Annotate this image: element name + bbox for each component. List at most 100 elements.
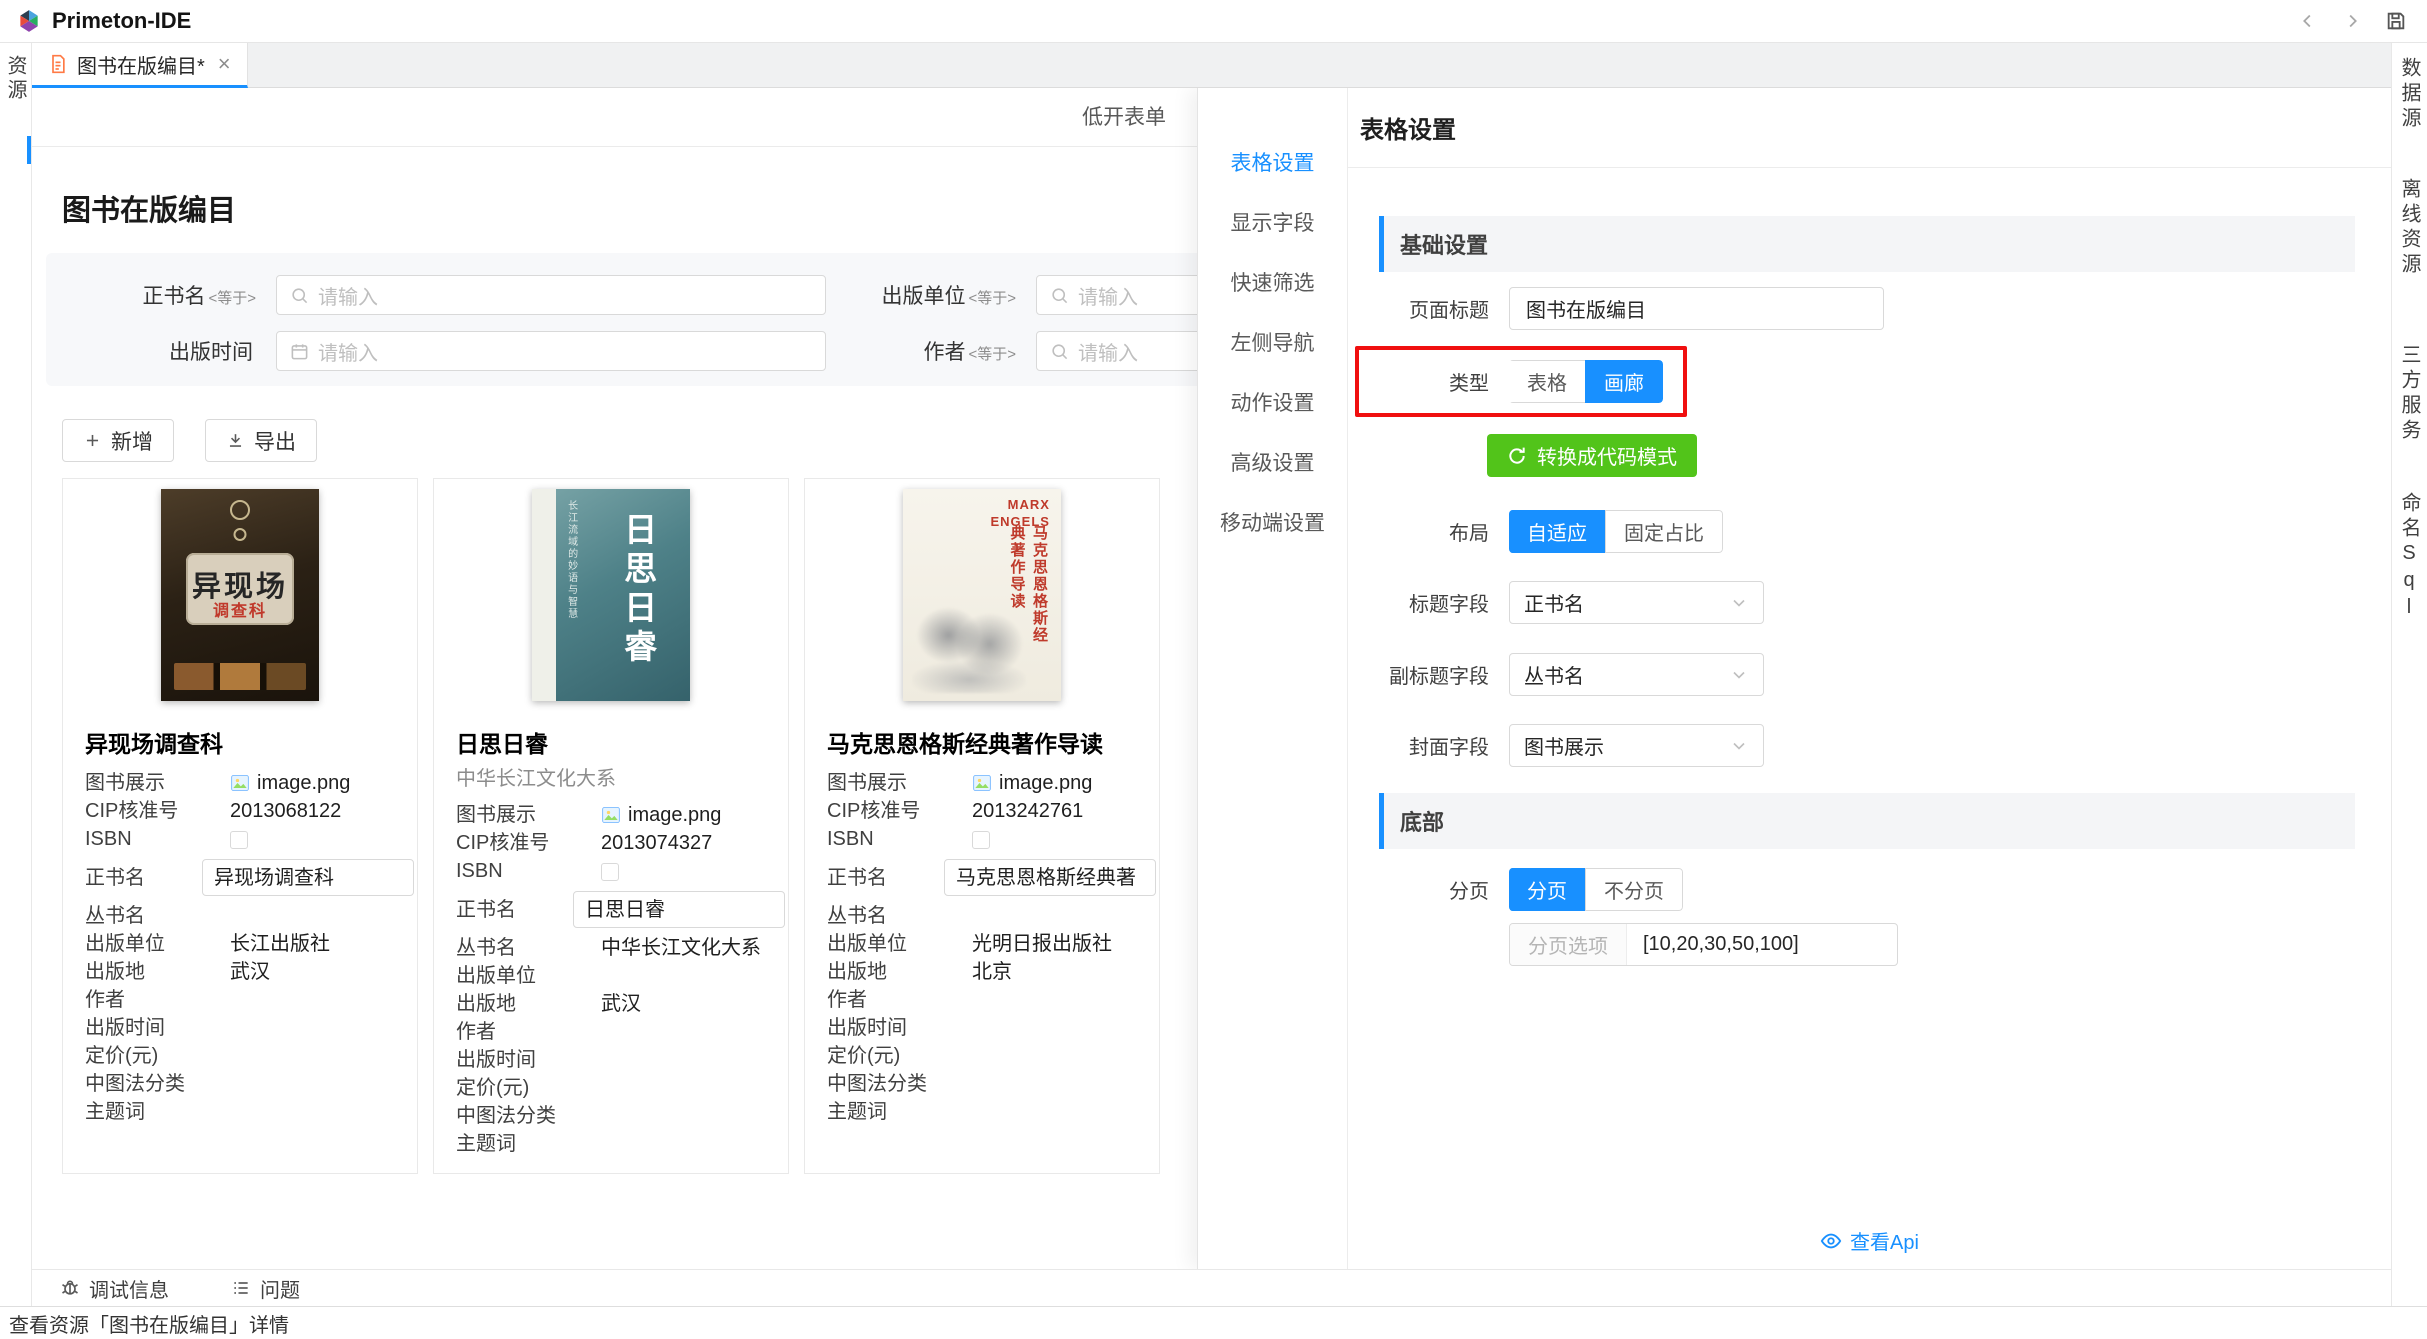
card-field-row: 出版时间	[456, 1046, 774, 1074]
card-field-row: 出版单位 光明日报出版社 光明日报出版社	[827, 930, 1145, 958]
paging-options-input[interactable]: [10,20,30,50,100]	[1627, 924, 1897, 965]
right-rail: 数据源 离线资源 三方服务 命名Sql	[2391, 43, 2427, 1306]
segmented-option[interactable]: 不分页	[1585, 868, 1683, 911]
bottom-section-header: 底部	[1379, 793, 2355, 849]
layout-segmented-control: 自适应 固定占比	[1509, 510, 1723, 553]
problems-button[interactable]: 问题	[231, 1274, 300, 1303]
resources-panel-tab[interactable]: 资源	[1, 55, 30, 103]
cover-subtitle-text: MARX ENGELS	[990, 497, 1049, 530]
field-label: 正书名	[827, 864, 944, 892]
view-api-link[interactable]: 查看Api	[1348, 1226, 2391, 1255]
cover-sketch	[912, 604, 1026, 693]
chevron-down-icon	[1729, 593, 1749, 613]
field-value: 北京	[972, 958, 1145, 986]
book-card[interactable]: 日思日睿 长江流域的妙语与智慧 日思日睿 中华长江文化大系	[433, 478, 789, 1174]
search-input-main-title[interactable]: 请输入	[276, 275, 826, 315]
card-field-row: 丛书名	[827, 902, 1145, 930]
field-value: 2013074327	[601, 829, 774, 857]
search-input-publish-date[interactable]: 请输入	[276, 331, 826, 371]
book-cover-image: 日思日睿 长江流域的妙语与智慧	[532, 489, 690, 701]
book-card[interactable]: 异现场 调查科 异现场调查科	[62, 478, 418, 1174]
field-label: 图书展示	[85, 769, 230, 797]
operator-tag: <等于>	[208, 290, 256, 307]
left-rail: 资源	[0, 43, 32, 1306]
title-field-select[interactable]: 正书名	[1509, 581, 1764, 624]
cover-photo-strip	[174, 663, 307, 691]
settings-menu-item[interactable]: 移动端设置	[1198, 492, 1347, 552]
settings-drawer: 表格设置 显示字段 快速筛选 左侧导航 动作设置 高级设置 移动端设置	[1197, 88, 2391, 1269]
field-value: 中华长江文化大系	[601, 934, 774, 962]
nav-forward-icon[interactable]	[2337, 6, 2367, 36]
segmented-option[interactable]: 固定占比	[1605, 510, 1723, 553]
card-title: 日思日睿	[456, 725, 768, 759]
placeholder-text: 请输入	[318, 337, 378, 366]
cover-field-select[interactable]: 图书展示	[1509, 724, 1764, 767]
settings-menu-item[interactable]: 表格设置	[1198, 132, 1347, 192]
card-field-row: 中图法分类	[85, 1070, 403, 1098]
nav-back-icon[interactable]	[2293, 6, 2323, 36]
field-label: 出版地	[827, 958, 972, 986]
form-header-tab[interactable]: 低开表单	[1068, 88, 1180, 146]
subtitle-field-select[interactable]: 丛书名	[1509, 653, 1764, 696]
field-label: 作者	[827, 986, 972, 1014]
card-field-row: 定价(元)	[85, 1042, 403, 1070]
field-label: 主题词	[827, 1098, 972, 1126]
convert-to-code-button[interactable]: 转换成代码模式	[1487, 434, 1697, 477]
settings-menu-item[interactable]: 左侧导航	[1198, 312, 1347, 372]
debug-info-button[interactable]: 调试信息	[60, 1274, 169, 1303]
tab-label: 图书在版编目*	[77, 50, 205, 79]
field-value: 武汉	[601, 990, 774, 1018]
field-label: ISBN	[456, 857, 601, 885]
segmented-option[interactable]: 自适应	[1509, 510, 1606, 553]
field-label: 丛书名	[456, 934, 601, 962]
card-field-row: 图书展示 image.png image.png	[456, 801, 774, 829]
card-field-row: ISBN	[456, 857, 774, 885]
chevron-down-icon	[1729, 736, 1749, 756]
field-checkbox[interactable]	[601, 863, 619, 881]
book-card[interactable]: 马克思恩格斯经典著作导读 MARX ENGELS 马克思恩格斯经典著作导读	[804, 478, 1160, 1174]
close-icon[interactable]: ×	[218, 53, 231, 75]
segmented-option[interactable]: 表格	[1509, 360, 1586, 403]
settings-menu-item[interactable]: 高级设置	[1198, 432, 1347, 492]
chevron-down-icon	[1729, 665, 1749, 685]
settings-menu-item[interactable]: 动作设置	[1198, 372, 1347, 432]
export-button[interactable]: 导出	[205, 419, 317, 462]
settings-menu-item[interactable]: 快速筛选	[1198, 252, 1347, 312]
debug-icon	[60, 1278, 80, 1298]
field-input[interactable]: 日思日睿	[573, 891, 785, 928]
editor-content: 低开表单 默 图书在版编目 正书名<等于>	[32, 88, 2391, 1269]
search-icon	[1050, 286, 1069, 305]
paging-options-group: 分页选项 [10,20,30,50,100]	[1509, 923, 1898, 966]
placeholder-text: 请输入	[1078, 337, 1138, 366]
paging-label: 分页	[1379, 875, 1489, 904]
segmented-option[interactable]: 画廊	[1585, 360, 1663, 403]
right-rail-panel-tab[interactable]: 离线资源	[2395, 178, 2424, 278]
type-segmented-control: 表格 画廊	[1509, 360, 1663, 403]
card-field-row: 图书展示 image.png image.png	[827, 769, 1145, 797]
subtitle-field-label: 副标题字段	[1379, 660, 1489, 689]
card-field-row: CIP核准号 2013074327 2013074327	[456, 829, 774, 857]
add-button[interactable]: 新增	[62, 419, 174, 462]
field-input[interactable]: 马克思恩格斯经典著	[944, 859, 1156, 896]
page-title-input[interactable]: 图书在版编目	[1509, 287, 1884, 330]
field-checkbox[interactable]	[972, 831, 990, 849]
settings-menu-item[interactable]: 显示字段	[1198, 192, 1347, 252]
book-cover-image: 异现场 调查科	[161, 489, 319, 701]
field-label: 出版地	[456, 990, 601, 1018]
field-checkbox[interactable]	[230, 831, 248, 849]
calendar-icon	[290, 342, 309, 361]
right-rail-panel-tab[interactable]: 数据源	[2395, 57, 2424, 132]
search-field-label: 正书名<等于>	[46, 280, 256, 310]
card-field-row: 主题词	[827, 1098, 1145, 1126]
settings-panel: 表格设置 基础设置 页面标题 图书在版编目 类型	[1348, 88, 2391, 1269]
card-fields: 图书展示 image.png image.png	[456, 801, 774, 1158]
save-icon[interactable]	[2381, 6, 2411, 36]
field-input[interactable]: 异现场调查科	[202, 859, 414, 896]
right-rail-panel-tab[interactable]: 命名Sql	[2395, 492, 2424, 623]
field-value: 2013068122	[230, 797, 403, 825]
segmented-option[interactable]: 分页	[1509, 868, 1586, 911]
card-field-row: 定价(元)	[456, 1074, 774, 1102]
tab-book-cataloging[interactable]: 图书在版编目* ×	[32, 43, 248, 88]
right-rail-panel-tab[interactable]: 三方服务	[2395, 344, 2424, 444]
search-icon	[1050, 342, 1069, 361]
